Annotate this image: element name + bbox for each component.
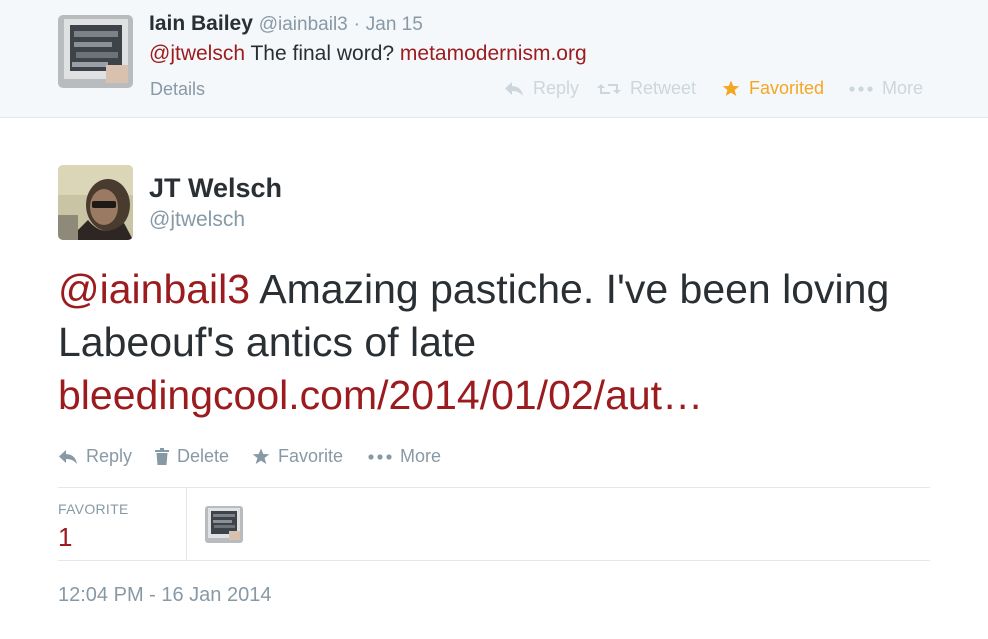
reply-label: Reply xyxy=(86,446,133,466)
reply-icon xyxy=(504,81,524,97)
favorite-stat[interactable]: FAVORITE 1 xyxy=(58,488,187,561)
parent-separator: · xyxy=(353,14,360,35)
trash-icon xyxy=(155,448,169,465)
favorite-button[interactable]: Favorite xyxy=(252,446,343,467)
parent-retweet-button[interactable]: Retweet xyxy=(597,78,696,99)
parent-retweet-label: Retweet xyxy=(630,78,697,98)
parent-author-line: Iain Bailey @iainbail3 · Jan 15 xyxy=(149,12,423,36)
parent-tweet-text: @jtwelsch The final word? metamodernism.… xyxy=(149,42,587,66)
author-name[interactable]: JT Welsch xyxy=(149,173,282,204)
more-dots-icon xyxy=(849,85,873,92)
author-avatar[interactable] xyxy=(58,165,133,240)
url-link[interactable]: bleedingcool.com/2014/01/02/aut… xyxy=(58,372,703,418)
tweet-stats: FAVORITE 1 xyxy=(58,487,930,561)
parent-mention-link[interactable]: @jtwelsch xyxy=(149,42,245,65)
star-icon xyxy=(722,80,740,97)
parent-reply-label: Reply xyxy=(533,78,580,98)
mention-link[interactable]: @iainbail3 xyxy=(58,266,250,312)
delete-button[interactable]: Delete xyxy=(155,446,229,467)
parent-date[interactable]: Jan 15 xyxy=(366,14,423,35)
parent-author-handle[interactable]: @iainbail3 xyxy=(259,14,348,35)
more-label: More xyxy=(400,446,442,466)
tweet-timestamp: 12:04 PM - 16 Jan 2014 xyxy=(58,584,272,606)
parent-favorited-label: Favorited xyxy=(749,78,825,98)
author-handle[interactable]: @jtwelsch xyxy=(149,208,245,232)
parent-more-label: More xyxy=(882,78,924,98)
parent-tweet: Iain Bailey @iainbail3 · Jan 15 @jtwelsc… xyxy=(0,0,988,118)
parent-author-name[interactable]: Iain Bailey xyxy=(149,12,253,35)
details-link[interactable]: Details xyxy=(150,79,205,100)
parent-text-body: The final word? xyxy=(250,42,395,65)
favorite-stat-label: FAVORITE xyxy=(58,501,129,517)
parent-author-avatar[interactable] xyxy=(58,15,133,88)
parent-more-button[interactable]: More xyxy=(849,78,923,99)
favoriter-avatar[interactable] xyxy=(205,506,243,543)
favorite-label: Favorite xyxy=(278,446,344,466)
reply-icon xyxy=(58,449,78,465)
more-dots-icon xyxy=(368,453,392,460)
parent-reply-button[interactable]: Reply xyxy=(504,78,579,99)
delete-label: Delete xyxy=(177,446,230,466)
parent-url-link[interactable]: metamodernism.org xyxy=(400,42,587,65)
favorite-stat-count: 1 xyxy=(58,522,73,552)
parent-favorited-button[interactable]: Favorited xyxy=(722,78,824,99)
tweet-text: @iainbail3 Amazing pastiche. I've been l… xyxy=(58,263,938,422)
retweet-icon xyxy=(597,81,621,97)
reply-button[interactable]: Reply xyxy=(58,446,132,467)
more-button[interactable]: More xyxy=(368,446,441,467)
star-icon xyxy=(252,448,270,465)
